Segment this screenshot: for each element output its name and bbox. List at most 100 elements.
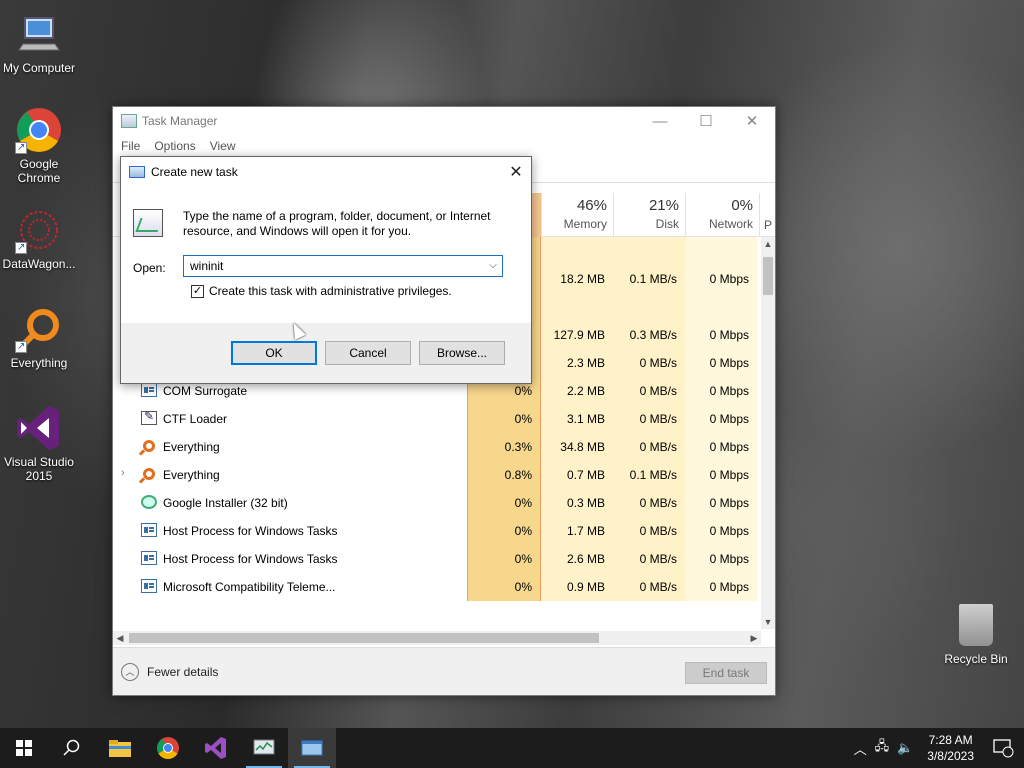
disk-cell: 0 MB/s	[613, 517, 685, 545]
shortcut-arrow-icon	[15, 340, 27, 354]
open-label: Open:	[133, 261, 166, 275]
shortcut-arrow-icon	[15, 141, 27, 155]
vertical-scrollbar[interactable]: ▲ ▼	[761, 237, 775, 629]
network-cell	[685, 237, 757, 265]
everything-search-icon	[143, 468, 155, 480]
admin-checkbox[interactable]: ✓ Create this task with administrative p…	[191, 284, 452, 298]
taskbar-chrome[interactable]	[144, 728, 192, 768]
disk-cell: 0 MB/s	[613, 489, 685, 517]
open-combobox[interactable]: wininit ⌵	[183, 255, 503, 277]
process-row[interactable]: Microsoft Compatibility Teleme... 0% 0.9 M…	[113, 573, 763, 601]
maximize-icon[interactable]: ☐	[683, 107, 729, 135]
menu-file[interactable]: File	[119, 139, 146, 153]
chrome-icon	[157, 737, 179, 759]
network-cell: 0 Mbps	[685, 517, 757, 545]
memory-cell: 34.8 MB	[541, 433, 613, 461]
horizontal-scrollbar[interactable]: ◀ ▶	[113, 631, 761, 645]
start-button[interactable]	[0, 728, 48, 768]
process-row[interactable]: Google Installer (32 bit) 0% 0.3 MB 0 MB/s 0…	[113, 489, 763, 517]
network-cell: 0 Mbps	[685, 573, 757, 601]
taskbar-visual-studio[interactable]	[192, 728, 240, 768]
desktop-icon-label: Visual Studio 2015	[4, 455, 74, 483]
desktop-icon-google-chrome[interactable]: Google Chrome	[0, 106, 78, 185]
dialog-title-bar[interactable]: Create new task ✕	[121, 157, 531, 187]
network-cell: 0 Mbps	[685, 349, 757, 377]
window-controls: — ☐ ✕	[637, 107, 775, 135]
close-icon[interactable]: ✕	[501, 157, 531, 187]
chrome-icon	[15, 106, 63, 155]
folder-icon	[109, 740, 131, 757]
cancel-button[interactable]: Cancel	[325, 341, 411, 365]
memory-cell: 2.6 MB	[541, 545, 613, 573]
ok-button[interactable]: OK	[231, 341, 317, 365]
scroll-down-icon[interactable]: ▼	[761, 615, 775, 629]
process-name: COM Surrogate	[163, 384, 248, 398]
column-memory[interactable]: 46% Memory	[541, 193, 613, 237]
fewer-details-button[interactable]: ︿ Fewer details	[121, 663, 218, 681]
network-cell: 0 Mbps	[685, 545, 757, 573]
scroll-up-icon[interactable]: ▲	[761, 237, 775, 251]
open-input-value[interactable]: wininit	[190, 259, 223, 273]
column-disk[interactable]: 21% Disk	[613, 193, 685, 237]
scroll-thumb[interactable]	[763, 257, 773, 295]
process-name: CTF Loader	[163, 412, 228, 426]
volume-icon[interactable]: 🔈	[897, 740, 913, 756]
title-bar[interactable]: Task Manager — ☐ ✕	[113, 107, 775, 135]
process-row[interactable]: Host Process for Windows Tasks 0% 1.7 MB 0 …	[113, 517, 763, 545]
cpu-cell: 0%	[467, 405, 541, 433]
desktop-icon-recycle-bin[interactable]: Recycle Bin	[938, 604, 1014, 666]
desktop-icon-datawagon[interactable]: DataWagon...	[0, 206, 78, 271]
memory-label: Memory	[563, 217, 607, 231]
shortcut-arrow-icon	[15, 241, 27, 255]
column-power[interactable]: P	[759, 193, 775, 237]
chevron-down-icon[interactable]: ⌵	[486, 256, 500, 276]
scroll-right-icon[interactable]: ▶	[747, 631, 761, 645]
menu-view[interactable]: View	[208, 139, 242, 153]
desktop-icon-everything[interactable]: Everything	[0, 305, 78, 370]
taskbar-run-dialog[interactable]	[288, 728, 336, 768]
search-icon	[63, 739, 80, 756]
network-cell: 0 Mbps	[685, 377, 757, 405]
memory-cell: 127.9 MB	[541, 321, 613, 349]
end-task-button[interactable]: End task	[685, 662, 767, 684]
scroll-left-icon[interactable]: ◀	[113, 631, 127, 645]
installer-icon	[141, 495, 157, 509]
network-cell	[685, 293, 757, 321]
everything-search-icon	[143, 440, 155, 452]
visual-studio-icon	[15, 404, 63, 452]
clock-date: 3/8/2023	[927, 749, 974, 763]
power-label: P	[764, 218, 773, 232]
search-button[interactable]	[48, 728, 96, 768]
expand-chevron-icon[interactable]: ›	[121, 467, 125, 479]
close-icon[interactable]: ✕	[729, 107, 775, 135]
window-title: Task Manager	[142, 114, 218, 128]
checkbox-check-icon[interactable]: ✓	[191, 284, 204, 298]
cpu-cell: 0.8%	[467, 461, 541, 489]
memory-percent: 46%	[576, 197, 607, 214]
taskbar-file-explorer[interactable]	[96, 728, 144, 768]
disk-label: Disk	[655, 217, 679, 231]
taskbar-task-manager[interactable]	[240, 728, 288, 768]
desktop-icon-label: Everything	[10, 356, 68, 370]
chevron-up-icon[interactable]: ︿	[854, 739, 867, 758]
network-icon[interactable]: 🖧	[875, 737, 890, 759]
notification-button[interactable]	[984, 728, 1024, 768]
desktop-icon-label: Google Chrome	[17, 157, 61, 185]
process-row[interactable]: Everything 0.3% 34.8 MB 0 MB/s 0 Mbps	[113, 433, 763, 461]
process-row[interactable]: Host Process for Windows Tasks 0% 2.6 MB 0 …	[113, 545, 763, 573]
browse-button[interactable]: Browse...	[419, 341, 505, 365]
desktop-icon-my-computer[interactable]: My Computer	[0, 10, 78, 75]
process-row[interactable]: CTF Loader 0%3.1 MB0 MB/s0 Mbps	[113, 405, 763, 433]
desktop-icon-visual-studio[interactable]: Visual Studio 2015	[0, 404, 78, 483]
menu-options[interactable]: Options	[152, 139, 201, 153]
scroll-thumb[interactable]	[129, 633, 599, 643]
process-name: Host Process for Windows Tasks	[163, 552, 338, 566]
dialog-description: Type the name of a program, folder, docu…	[183, 209, 491, 238]
minimize-icon[interactable]: —	[637, 107, 683, 135]
cpu-cell: 0%	[467, 489, 541, 517]
clock[interactable]: 7:28 AM 3/8/2023	[927, 732, 974, 764]
admin-checkbox-label: Create this task with administrative pri…	[209, 284, 452, 298]
column-network[interactable]: 0% Network	[685, 193, 759, 237]
disk-cell	[613, 293, 685, 321]
process-row[interactable]: › Everything 0.8% 0.7 MB 0.1 MB/s 0 Mbps	[113, 461, 763, 489]
